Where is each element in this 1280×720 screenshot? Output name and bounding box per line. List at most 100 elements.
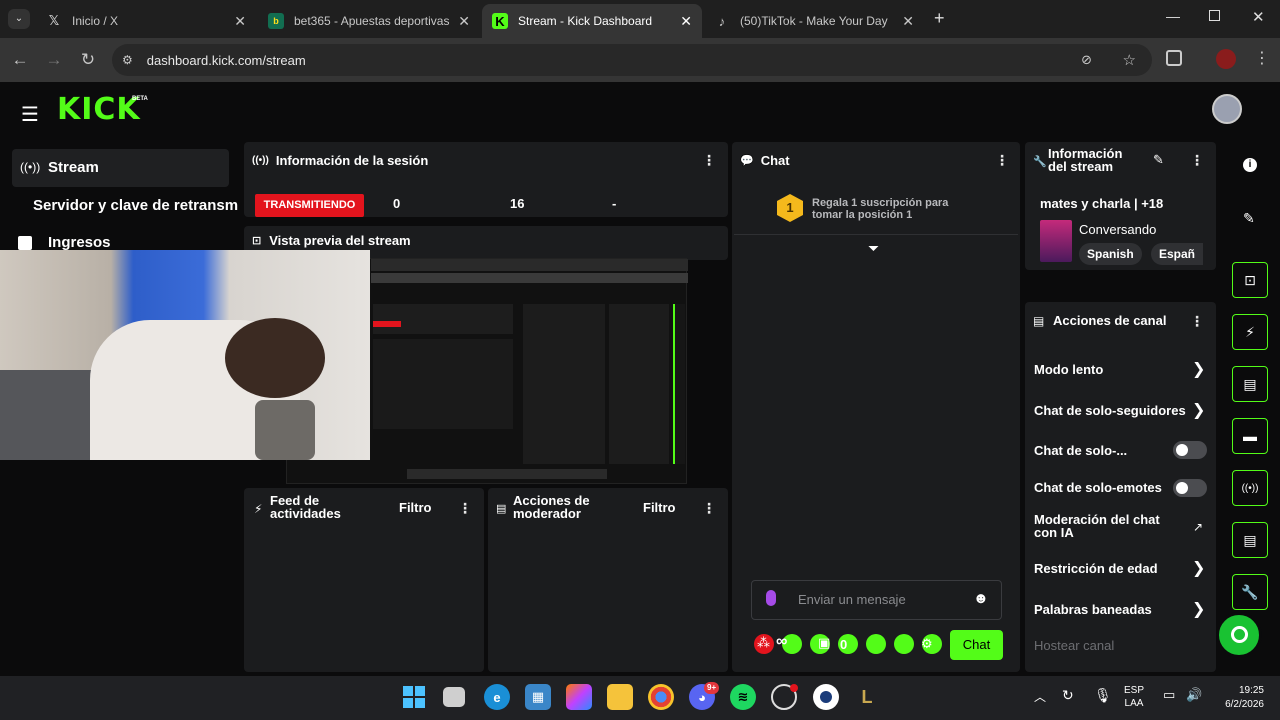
emote-icon[interactable]	[866, 634, 886, 654]
tag-espanol[interactable]: Españ	[1151, 243, 1203, 265]
spotify-icon[interactable]: ≋	[730, 684, 756, 710]
volume-icon[interactable]: 🔊	[1186, 687, 1202, 703]
channel-actions-icon: ▤	[1243, 531, 1257, 548]
windows-start-icon[interactable]	[401, 684, 427, 710]
microphone-icon[interactable]	[766, 590, 776, 606]
tab-kick-dashboard[interactable]: K Stream - Kick Dashboard ✕	[482, 4, 702, 38]
chevron-right-icon[interactable]: ❯	[1192, 400, 1205, 420]
sidebar-item-server-key[interactable]: Servidor y clave de retransm	[33, 197, 241, 214]
network-icon[interactable]: ▭	[1163, 687, 1175, 703]
site-info-icon[interactable]: ⚙	[122, 53, 133, 67]
chrome-icon[interactable]	[648, 684, 674, 710]
tab-x[interactable]: 𝕏 Inicio / X ✕	[36, 4, 256, 38]
minimize-icon[interactable]: —	[1166, 8, 1180, 24]
subscribers-only-toggle[interactable]	[1173, 441, 1207, 459]
session-menu-icon[interactable]: ⋮	[702, 152, 716, 169]
gift-icon[interactable]: ▣	[818, 635, 830, 651]
edge-icon[interactable]: e	[484, 684, 510, 710]
stream-category[interactable]: Conversando	[1079, 222, 1156, 237]
url-box[interactable]: ⚙ dashboard.kick.com/stream ⊘ ☆	[112, 44, 1152, 76]
action-slow-mode[interactable]: Modo lento	[1034, 362, 1103, 377]
edit-pencil-icon[interactable]: ✎	[1153, 152, 1164, 168]
gift-promo-text[interactable]: Regala 1 suscripción para tomar la posic…	[812, 197, 962, 221]
media-muted-icon[interactable]: ⊘	[1081, 52, 1092, 68]
moderator-menu-icon[interactable]: ⋮	[702, 500, 716, 517]
info-icon[interactable]: i	[1243, 158, 1257, 172]
chat-menu-icon[interactable]: ⋮	[995, 152, 1009, 169]
chat-settings-icon[interactable]: ⚙	[921, 636, 933, 652]
tab-bet365[interactable]: b bet365 - Apuestas deportivas e ✕	[258, 4, 480, 38]
tag-spanish[interactable]: Spanish	[1079, 243, 1142, 265]
rail-tools-button[interactable]: 🔧	[1232, 574, 1268, 610]
league-icon[interactable]: L	[854, 684, 880, 710]
back-icon[interactable]: ←	[10, 50, 30, 70]
activity-menu-icon[interactable]: ⋮	[458, 500, 472, 517]
browser-menu-icon[interactable]: ⋮	[1254, 48, 1270, 68]
close-tab-icon[interactable]: ✕	[680, 13, 692, 30]
support-chat-button[interactable]	[1216, 612, 1262, 658]
rail-activity-button[interactable]: ⚡	[1232, 314, 1268, 350]
chevron-right-icon[interactable]: ❯	[1192, 558, 1205, 578]
store-icon[interactable]: ▦	[525, 684, 551, 710]
action-ai-moderation[interactable]: Moderación del chat con IA	[1034, 513, 1179, 539]
user-avatar[interactable]	[1212, 94, 1242, 124]
chevron-right-icon[interactable]: ❯	[1192, 599, 1205, 619]
action-age-restriction[interactable]: Restricción de edad	[1034, 561, 1158, 576]
app-icon[interactable]	[813, 684, 839, 710]
tab-tiktok[interactable]: ♪ (50)TikTok - Make Your Day ✕	[704, 4, 924, 38]
action-banned-words[interactable]: Palabras baneadas	[1034, 602, 1152, 617]
copilot-icon[interactable]	[566, 684, 592, 710]
emote-icon[interactable]	[894, 634, 914, 654]
broadcast-icon: ((•))	[1241, 482, 1259, 494]
input-language[interactable]: ESP LAA	[1124, 684, 1144, 710]
reload-icon[interactable]: ↻	[78, 50, 98, 70]
rail-chat-button[interactable]: ▬	[1232, 418, 1268, 454]
moderator-filter-button[interactable]: Filtro	[643, 500, 676, 515]
bookmark-star-icon[interactable]: ☆	[1123, 51, 1136, 69]
bet365-logo-icon: b	[268, 13, 284, 29]
rail-log-button[interactable]: ▤	[1232, 366, 1268, 402]
extensions-icon[interactable]	[1166, 50, 1182, 66]
kick-points-icon[interactable]: ⁂	[757, 635, 770, 651]
emoji-icon[interactable]: ☻	[973, 590, 989, 607]
tray-chevron-up-icon[interactable]: ︿	[1034, 688, 1046, 705]
maximize-icon[interactable]	[1209, 10, 1220, 21]
microphone-icon[interactable]: 🎙	[1094, 687, 1112, 704]
action-followers-only[interactable]: Chat de solo-seguidores	[1034, 403, 1186, 418]
close-tab-icon[interactable]: ✕	[902, 13, 914, 30]
chat-input-placeholder[interactable]: Enviar un mensaje	[798, 592, 906, 607]
action-host-channel[interactable]: Hostear canal	[1034, 638, 1114, 653]
stream-info-menu-icon[interactable]: ⋮	[1190, 152, 1204, 169]
sync-icon[interactable]: ↻	[1062, 687, 1074, 704]
chat-send-button[interactable]: Chat	[950, 630, 1003, 660]
edit-pencil-icon[interactable]: ✎	[1243, 210, 1255, 227]
category-thumbnail[interactable]	[1040, 220, 1072, 262]
channel-actions-menu-icon[interactable]: ⋮	[1190, 313, 1204, 330]
close-tab-icon[interactable]: ✕	[458, 13, 470, 30]
chat-input[interactable]: Enviar un mensaje ☻	[751, 580, 1002, 620]
emotes-only-toggle[interactable]	[1173, 479, 1207, 497]
close-tab-icon[interactable]: ✕	[234, 13, 246, 30]
menu-icon[interactable]: ☰	[21, 102, 39, 127]
forward-icon[interactable]: →	[44, 50, 64, 70]
sidebar-item-stream[interactable]: ((•)) Stream	[12, 149, 229, 187]
activity-filter-button[interactable]: Filtro	[399, 500, 432, 515]
chevron-right-icon[interactable]: ❯	[1192, 359, 1205, 379]
close-window-icon[interactable]: ✕	[1252, 8, 1265, 26]
task-view-icon[interactable]	[443, 687, 465, 707]
clock[interactable]: 19:25 6/2/2026	[1214, 684, 1264, 712]
rail-preview-button[interactable]: ⊡	[1232, 262, 1268, 298]
channel-actions-icon: ▤	[1033, 314, 1045, 328]
tab-search-icon[interactable]: ⌄	[8, 9, 30, 29]
external-link-icon[interactable]: ↗	[1193, 520, 1203, 534]
rail-actions-button[interactable]: ▤	[1232, 522, 1268, 558]
preview-thumb-tabbar	[371, 259, 688, 271]
kick-logo[interactable]: KICK	[57, 92, 141, 127]
file-explorer-icon[interactable]	[607, 684, 633, 710]
profile-avatar[interactable]	[1216, 49, 1236, 69]
rail-broadcast-button[interactable]: ((•))	[1232, 470, 1268, 506]
url-text[interactable]: dashboard.kick.com/stream	[147, 53, 306, 68]
preview-thumb-panel	[373, 304, 513, 334]
pinned-collapse-icon[interactable]: ⏷	[868, 240, 879, 257]
new-tab-icon[interactable]: +	[934, 8, 945, 29]
